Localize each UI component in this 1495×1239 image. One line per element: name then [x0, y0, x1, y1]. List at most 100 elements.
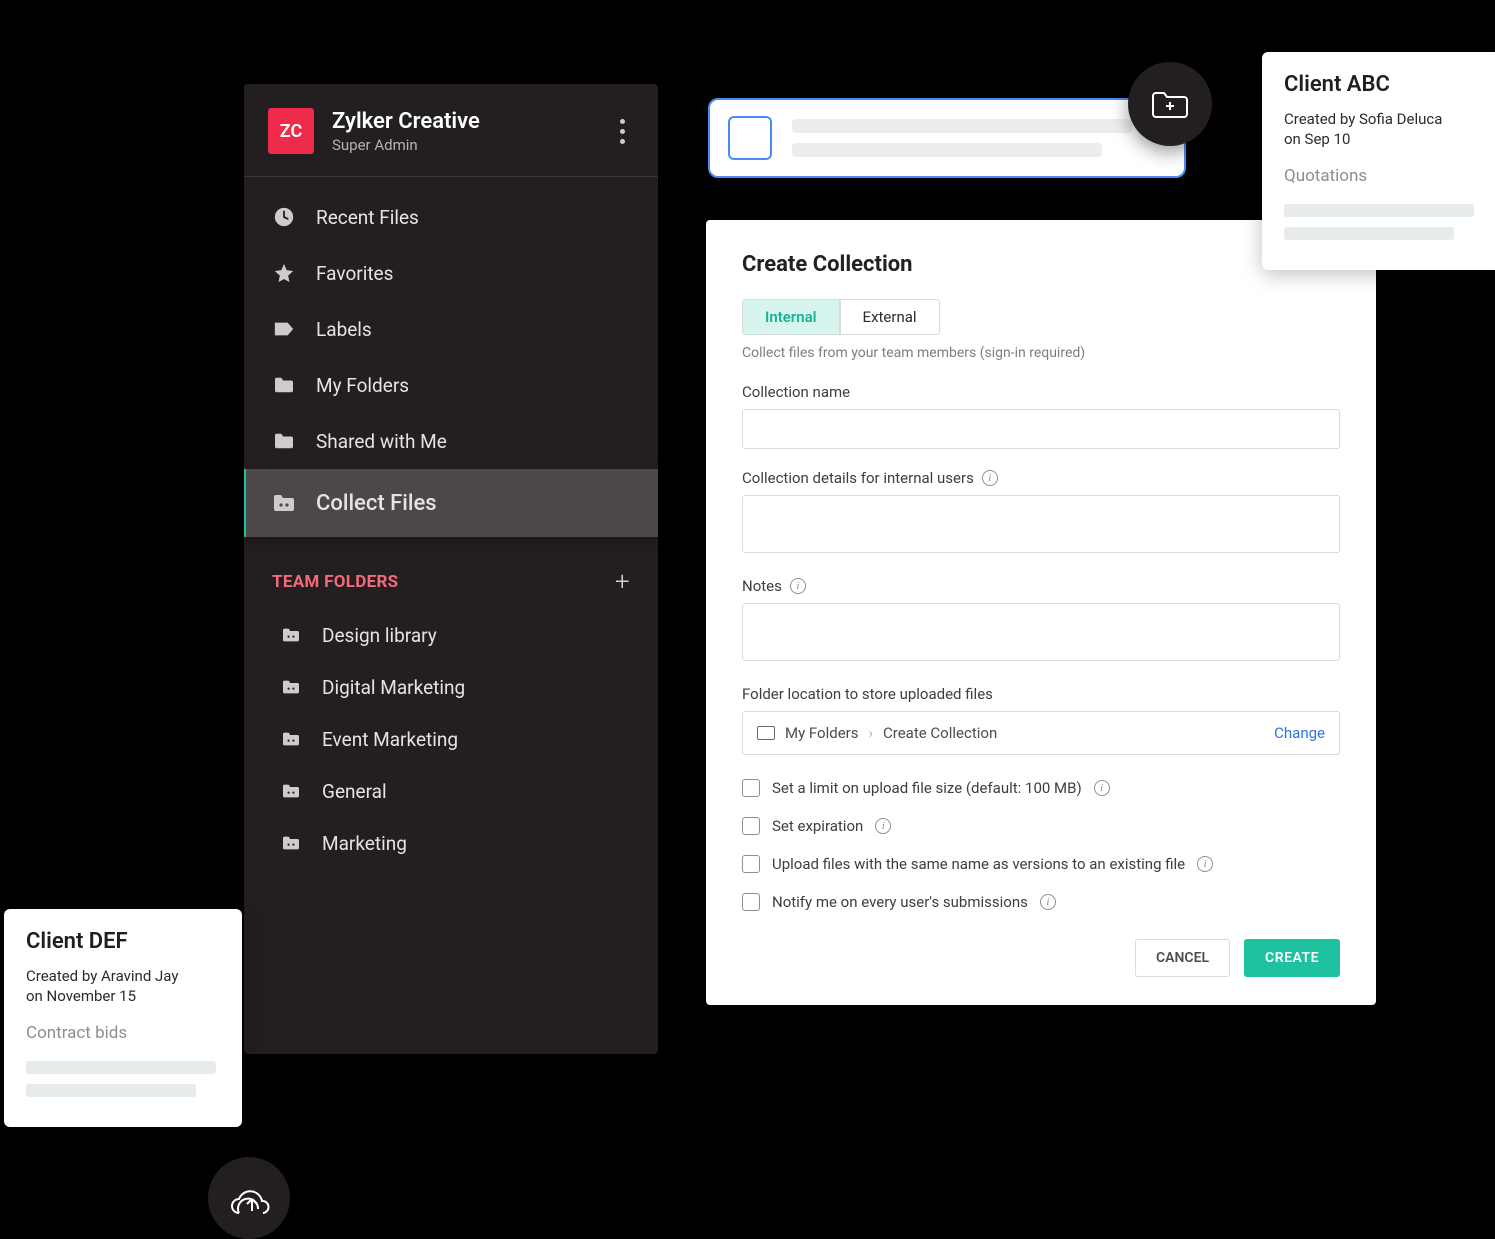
info-icon[interactable]: i	[790, 578, 806, 594]
team-folder-label: Event Marketing	[322, 728, 458, 751]
placeholder-line	[1284, 204, 1474, 217]
nav-label: Collect Files	[316, 491, 437, 516]
option-label: Notify me on every user's submissions	[772, 893, 1028, 911]
team-folder-label: Digital Marketing	[322, 676, 465, 699]
label-notes: Notesi	[742, 577, 1340, 595]
folder-location-box: My Folders › Create Collection Change	[742, 711, 1340, 755]
input-collection-name[interactable]	[742, 409, 1340, 449]
workspace-header: ZC Zylker Creative Super Admin	[244, 84, 658, 177]
card-subtitle: Quotations	[1284, 166, 1478, 186]
nav-label: Labels	[316, 318, 372, 341]
create-collection-dialog: Create Collection Internal External Coll…	[706, 220, 1376, 1005]
nav-label: Shared with Me	[316, 430, 447, 453]
folder-icon	[757, 726, 775, 740]
folder-icon	[272, 373, 296, 397]
checkbox[interactable]	[742, 893, 760, 911]
more-menu-button[interactable]	[610, 119, 634, 144]
chevron-right-icon: ›	[869, 724, 874, 742]
placeholder-lines	[792, 119, 1166, 157]
tab-internal[interactable]: Internal	[743, 300, 840, 334]
path-leaf: Create Collection	[883, 724, 997, 742]
card-subtitle: Contract bids	[26, 1023, 220, 1043]
workspace-badge: ZC	[268, 108, 314, 154]
folder-shared-icon	[272, 429, 296, 453]
cancel-button[interactable]: CANCEL	[1135, 939, 1230, 977]
card-title: Client ABC	[1284, 72, 1478, 97]
nav-recent-files[interactable]: Recent Files	[244, 189, 658, 245]
dialog-title: Create Collection	[742, 252, 1340, 277]
info-icon[interactable]: i	[982, 470, 998, 486]
option-limit-size[interactable]: Set a limit on upload file size (default…	[742, 779, 1340, 797]
nav-label: My Folders	[316, 374, 409, 397]
option-set-expiration[interactable]: Set expiration i	[742, 817, 1340, 835]
add-team-folder-button[interactable]: +	[615, 567, 630, 597]
nav-labels[interactable]: Labels	[244, 301, 658, 357]
create-button[interactable]: CREATE	[1244, 939, 1340, 977]
checkbox[interactable]	[742, 817, 760, 835]
label-collection-name: Collection name	[742, 383, 1340, 401]
team-folder-digital-marketing[interactable]: Digital Marketing	[244, 661, 658, 713]
placeholder-line	[26, 1084, 196, 1097]
option-notify-submissions[interactable]: Notify me on every user's submissions i	[742, 893, 1340, 911]
card-title: Client DEF	[26, 929, 220, 954]
clock-icon	[272, 205, 296, 229]
sidebar: ZC Zylker Creative Super Admin Recent Fi…	[244, 84, 658, 1054]
team-folder-icon	[280, 624, 302, 646]
team-folder-label: Design library	[322, 624, 437, 647]
card-client-abc[interactable]: Client ABC Created by Sofia Delucaon Sep…	[1262, 52, 1495, 270]
nav-main: Recent Files Favorites Labels My Folders…	[244, 177, 658, 537]
info-icon[interactable]: i	[1094, 780, 1110, 796]
team-folder-design-library[interactable]: Design library	[244, 609, 658, 661]
dialog-actions: CANCEL CREATE	[742, 939, 1340, 977]
placeholder-line	[1284, 227, 1454, 240]
info-icon[interactable]: i	[875, 818, 891, 834]
option-upload-versions[interactable]: Upload files with the same name as versi…	[742, 855, 1340, 873]
input-collection-details[interactable]	[742, 495, 1340, 553]
option-label: Upload files with the same name as versi…	[772, 855, 1185, 873]
card-meta: Created by Sofia Delucaon Sep 10	[1284, 109, 1478, 150]
team-folder-label: Marketing	[322, 832, 407, 855]
tab-hint: Collect files from your team members (si…	[742, 345, 1340, 361]
change-location-link[interactable]: Change	[1274, 724, 1325, 742]
nav-my-folders[interactable]: My Folders	[244, 357, 658, 413]
info-icon[interactable]: i	[1197, 856, 1213, 872]
star-icon	[272, 261, 296, 285]
card-client-def[interactable]: Client DEF Created by Aravind Jayon Nove…	[4, 909, 242, 1127]
team-folder-icon	[280, 780, 302, 802]
collect-icon	[272, 491, 296, 515]
nav-label: Recent Files	[316, 206, 419, 229]
team-folder-marketing[interactable]: Marketing	[244, 817, 658, 869]
selected-placeholder-card[interactable]	[708, 98, 1186, 178]
selection-checkbox[interactable]	[728, 116, 772, 160]
input-notes[interactable]	[742, 603, 1340, 661]
team-folder-label: General	[322, 780, 387, 803]
card-meta: Created by Aravind Jayon November 15	[26, 966, 220, 1007]
checkbox[interactable]	[742, 855, 760, 873]
visibility-tabs: Internal External	[742, 299, 940, 335]
nav-shared-with-me[interactable]: Shared with Me	[244, 413, 658, 469]
option-label: Set a limit on upload file size (default…	[772, 779, 1082, 797]
team-folder-event-marketing[interactable]: Event Marketing	[244, 713, 658, 765]
team-folder-icon	[280, 676, 302, 698]
team-folder-icon	[280, 832, 302, 854]
placeholder-line	[26, 1061, 216, 1074]
checkbox[interactable]	[742, 779, 760, 797]
team-folder-icon	[280, 728, 302, 750]
tab-external[interactable]: External	[840, 300, 939, 334]
workspace-role: Super Admin	[332, 136, 610, 154]
nav-label: Favorites	[316, 262, 393, 285]
label-collection-details: Collection details for internal usersi	[742, 469, 1340, 487]
tag-icon	[272, 317, 296, 341]
option-label: Set expiration	[772, 817, 863, 835]
team-folders-header: TEAM FOLDERS +	[244, 537, 658, 609]
path-root: My Folders	[785, 724, 859, 742]
section-title: TEAM FOLDERS	[272, 572, 398, 592]
new-folder-fab[interactable]	[1128, 62, 1212, 146]
info-icon[interactable]: i	[1040, 894, 1056, 910]
nav-collect-files[interactable]: Collect Files	[244, 469, 658, 537]
workspace-name: Zylker Creative	[332, 109, 610, 134]
label-folder-location: Folder location to store uploaded files	[742, 685, 1340, 703]
team-folder-general[interactable]: General	[244, 765, 658, 817]
nav-favorites[interactable]: Favorites	[244, 245, 658, 301]
upload-fab[interactable]	[208, 1157, 290, 1239]
